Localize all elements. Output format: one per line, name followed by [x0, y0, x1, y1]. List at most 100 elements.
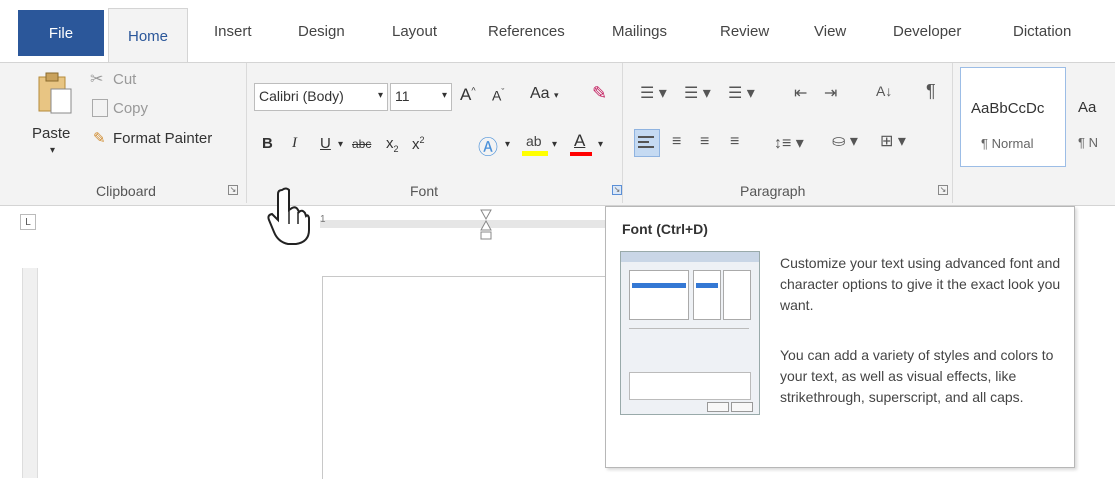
style-normal[interactable]: AaBbCcDc ¶ Normal	[960, 67, 1066, 167]
multilevel-list-icon[interactable]: ☰ ▾	[728, 83, 755, 103]
indent-marker[interactable]	[480, 208, 492, 240]
copy-icon	[92, 99, 108, 117]
strikethrough-button[interactable]: abc	[352, 137, 371, 151]
tab-home-label: Home	[127, 28, 168, 45]
style-no-spacing-name: ¶ N	[1078, 135, 1098, 150]
thumbnail-titlebar	[621, 252, 759, 262]
font-dialog-launcher-icon[interactable]: ↘	[612, 185, 622, 195]
font-color-dropdown-icon[interactable]: ▾	[598, 139, 603, 150]
change-case-glyph: Aa	[530, 85, 550, 102]
tab-mailings[interactable]: Mailings	[612, 23, 667, 40]
chevron-down-icon: ▾	[441, 90, 447, 101]
align-center-icon[interactable]: ≡	[672, 133, 681, 151]
increase-indent-icon[interactable]: ⇥	[824, 83, 837, 103]
tab-insert[interactable]: Insert	[214, 23, 252, 40]
ruler-number: 1	[320, 214, 326, 225]
font-color-button[interactable]: A	[570, 131, 592, 157]
highlight-button[interactable]: ab	[522, 133, 548, 157]
change-case-button[interactable]: Aa ▾	[530, 85, 559, 103]
bold-button[interactable]: B	[262, 135, 273, 152]
thumbnail-preview	[629, 372, 751, 400]
borders-icon[interactable]: ⊞ ▾	[880, 131, 906, 151]
subscript-glyph: x	[386, 135, 394, 152]
tab-design[interactable]: Design	[298, 23, 345, 40]
thumbnail-style-list	[693, 270, 721, 320]
italic-button[interactable]: I	[292, 135, 297, 152]
underline-dropdown-icon[interactable]: ▾	[338, 139, 343, 150]
thumbnail-size-list	[723, 270, 751, 320]
group-divider	[952, 63, 953, 203]
subscript-button[interactable]: x2	[386, 135, 399, 154]
paragraph-launcher-icon[interactable]: ↘	[938, 185, 948, 195]
sort-button[interactable]: A↓	[876, 83, 892, 99]
font-name-dropdown[interactable]: Calibri (Body) ▾	[254, 83, 388, 111]
cut-button[interactable]: Cut	[113, 71, 136, 88]
format-painter-icon: ✎	[93, 130, 106, 147]
document-page[interactable]	[322, 276, 622, 479]
shrink-font-button[interactable]: Aˇ	[492, 87, 504, 104]
tab-home[interactable]: Home	[108, 8, 188, 64]
copy-button[interactable]: Copy	[113, 100, 148, 117]
tab-review[interactable]: Review	[720, 23, 769, 40]
text-effects-icon[interactable]: Ⓐ	[478, 131, 498, 160]
tab-developer[interactable]: Developer	[893, 23, 961, 40]
tooltip-description-2: You can add a variety of styles and colo…	[780, 347, 1054, 405]
paste-icon	[38, 72, 72, 114]
font-size-dropdown[interactable]: 11 ▾	[390, 83, 452, 111]
tab-dictation[interactable]: Dictation	[1013, 23, 1071, 40]
bullets-icon[interactable]: ☰ ▾	[640, 83, 667, 103]
paste-button[interactable]: Paste ▾	[32, 71, 78, 161]
ribbon-tabs: File Home Insert Design Layout Reference…	[0, 0, 1115, 64]
thumbnail-cancel-button	[731, 402, 753, 412]
format-painter-button[interactable]: Format Painter	[113, 130, 212, 147]
thumbnail-effects	[629, 328, 749, 365]
paste-dropdown-icon[interactable]: ▾	[50, 145, 55, 156]
line-spacing-icon[interactable]: ↕≡ ▾	[774, 133, 804, 153]
shrink-font-glyph: A	[492, 87, 502, 104]
style-no-spacing[interactable]: Aa ¶ N	[1070, 67, 1115, 167]
show-formatting-button[interactable]: ¶	[926, 81, 936, 102]
grow-font-glyph: A	[460, 85, 472, 104]
font-color-bar	[570, 152, 592, 156]
font-size-value: 11	[395, 88, 410, 104]
tab-layout[interactable]: Layout	[392, 23, 437, 40]
justify-icon[interactable]: ≡	[730, 133, 739, 151]
tab-file[interactable]: File	[18, 10, 104, 56]
tooltip-description-1: Customize your text using advanced font …	[780, 255, 1061, 313]
style-normal-preview: AaBbCcDc	[971, 100, 1045, 117]
chevron-down-icon: ▾	[377, 90, 383, 101]
tooltip-title: Font (Ctrl+D)	[622, 221, 708, 237]
ruler-bar	[320, 220, 605, 228]
highlight-dropdown-icon[interactable]: ▾	[552, 139, 557, 150]
align-left-icon	[638, 136, 654, 148]
align-left-button[interactable]	[634, 129, 660, 157]
paragraph-group-label: Paragraph	[740, 183, 806, 199]
font-group-label: Font	[410, 183, 439, 199]
tab-references[interactable]: References	[488, 23, 565, 40]
highlight-color-bar	[522, 151, 548, 156]
hourglass-icon	[480, 209, 492, 240]
clipboard-launcher-icon[interactable]: ↘	[228, 185, 238, 195]
numbering-icon[interactable]: ☰ ▾	[684, 83, 711, 103]
clear-formatting-icon[interactable]: ✎	[592, 83, 607, 104]
highlighter-icon: ab	[526, 133, 542, 149]
shading-icon[interactable]: ⛀ ▾	[832, 131, 858, 151]
decrease-indent-icon[interactable]: ⇤	[794, 83, 807, 103]
tab-selector[interactable]: L	[20, 214, 36, 230]
superscript-glyph: x	[412, 136, 420, 153]
font-dialog-thumbnail	[620, 251, 760, 415]
tab-view[interactable]: View	[814, 23, 846, 40]
text-effects-dropdown-icon[interactable]: ▾	[505, 139, 510, 150]
scissors-icon: ✂	[90, 71, 104, 88]
align-right-icon[interactable]: ≡	[700, 133, 709, 151]
style-no-spacing-preview: Aa	[1078, 99, 1097, 116]
group-divider	[622, 63, 623, 203]
grow-font-button[interactable]: A^	[460, 85, 476, 105]
superscript-button[interactable]: x2	[412, 135, 425, 153]
vertical-ruler	[22, 268, 38, 478]
underline-button[interactable]: U	[320, 135, 331, 152]
thumbnail-ok-button	[707, 402, 729, 412]
paste-label: Paste	[32, 125, 71, 142]
font-tooltip: Font (Ctrl+D) Customize your text using …	[605, 206, 1075, 468]
thumbnail-font-list	[629, 270, 689, 320]
